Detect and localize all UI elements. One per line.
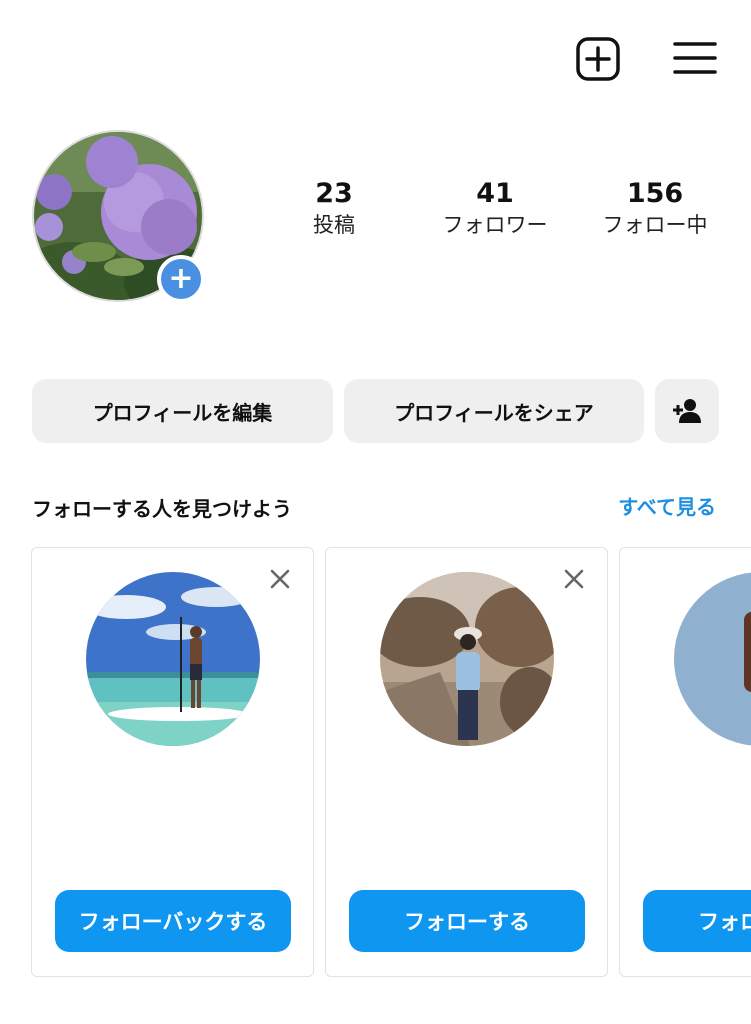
edit-profile-button[interactable]: プロフィールを編集 [32,379,333,443]
posts-label: 投稿 [313,213,355,237]
close-icon[interactable] [265,564,295,594]
profile-page: + 23 投稿 41 フォロワー 156 フォロー中 プロフィールを編集 プロフ… [0,0,751,1024]
hamburger-menu-icon[interactable] [672,40,718,76]
stat-followers[interactable]: 41 フォロワー [430,178,560,240]
following-label: フォロー中 [602,213,708,237]
stat-following[interactable]: 156 フォロー中 [588,178,722,240]
redacted-name [72,814,273,834]
suggestion-avatar[interactable] [674,572,751,746]
add-person-icon[interactable] [655,379,719,443]
redacted-name [660,814,751,834]
followers-count: 41 [476,178,514,209]
paddleboard-photo [86,572,260,746]
close-icon[interactable] [559,564,589,594]
athlete-photo [674,572,751,746]
suggestion-card[interactable]: フォローする [619,547,751,977]
follow-button[interactable]: フォローする [643,890,751,952]
suggestions-title: フォローする人を見つけよう [32,497,292,521]
suggestion-avatar[interactable] [380,572,554,746]
share-profile-button[interactable]: プロフィールをシェア [344,379,644,443]
autumn-walk-photo [380,572,554,746]
stat-posts[interactable]: 23 投稿 [284,178,384,240]
suggestion-card[interactable]: フォローバックする [31,547,314,977]
followers-label: フォロワー [442,213,548,237]
following-count: 156 [626,178,684,209]
posts-count: 23 [315,178,353,209]
see-all-link[interactable]: すべて見る [618,492,716,522]
redacted-name [366,814,567,834]
follow-button[interactable]: フォローする [349,890,585,952]
add-story-plus-icon[interactable]: + [157,255,205,303]
follow-back-button[interactable]: フォローバックする [55,890,291,952]
suggestion-card[interactable]: フォローする [325,547,608,977]
new-post-icon[interactable] [575,36,621,82]
suggestion-avatar[interactable] [86,572,260,746]
